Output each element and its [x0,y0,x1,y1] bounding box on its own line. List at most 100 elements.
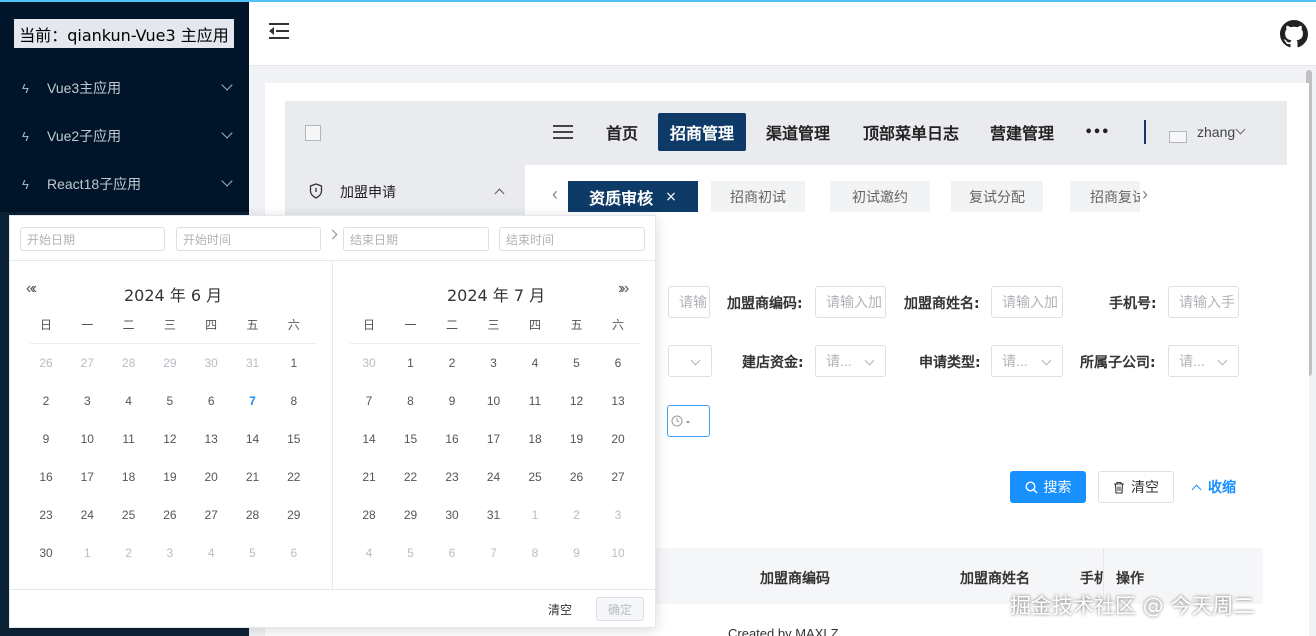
calendar-day[interactable]: 16 [437,427,467,451]
calendar-day[interactable]: 22 [396,465,426,489]
calendar-day[interactable]: 21 [238,465,268,489]
calendar-day[interactable]: 6 [196,389,226,413]
calendar-day[interactable]: 30 [196,351,226,375]
calendar-day[interactable]: 28 [114,351,144,375]
calendar-day[interactable]: 30 [437,503,467,527]
collapse-button[interactable]: 收缩 [1189,471,1236,503]
calendar-day[interactable]: 30 [354,351,384,375]
calendar-day[interactable]: 13 [603,389,633,413]
calendar-day[interactable]: 2 [114,541,144,565]
calendar-day[interactable]: 31 [238,351,268,375]
github-icon[interactable] [1280,20,1308,48]
calendar-day[interactable]: 5 [562,351,592,375]
tab-investment-first-interview[interactable]: 招商初试 [711,181,805,212]
capital-select[interactable]: 请... [815,345,886,377]
subsidiary-select[interactable]: 请... [1168,345,1239,377]
calendar-day[interactable]: 27 [603,465,633,489]
apply-type-select[interactable]: 请... [991,345,1063,377]
calendar-day[interactable]: 16 [31,465,61,489]
calendar-day[interactable]: 12 [155,427,185,451]
calendar-day[interactable]: 13 [196,427,226,451]
calendar-day[interactable]: 17 [72,465,102,489]
calendar-day[interactable]: 8 [279,389,309,413]
nav-construction-management[interactable]: 营建管理 [982,113,1062,151]
chevron-down-icon[interactable] [1235,124,1246,135]
calendar-day[interactable]: 23 [31,503,61,527]
calendar-day[interactable]: 29 [396,503,426,527]
franchisee-name-input[interactable]: 请输入加 [991,286,1063,318]
calendar-day[interactable]: 3 [479,351,509,375]
calendar-day[interactable]: 18 [114,465,144,489]
end-date-input[interactable]: 结束日期 [343,227,489,251]
end-time-input[interactable]: 结束时间 [499,227,645,251]
calendar-day[interactable]: 14 [354,427,384,451]
time-range-input[interactable]: - [667,405,710,437]
calendar-day[interactable]: 19 [155,465,185,489]
tab-first-interview-invitation[interactable]: 初试邀约 [830,181,930,212]
calendar-day[interactable]: 10 [603,541,633,565]
phone-input[interactable]: 请输入手 [1168,286,1239,318]
calendar-day[interactable]: 24 [479,465,509,489]
calendar-day[interactable]: 1 [72,541,102,565]
calendar-day[interactable]: 7 [354,389,384,413]
calendar-day[interactable]: 15 [396,427,426,451]
host-menu-vue2[interactable]: ϟ Vue2子应用 [0,112,249,160]
calendar-day[interactable]: 26 [155,503,185,527]
start-time-input[interactable]: 开始时间 [176,227,321,251]
calendar-day[interactable]: 28 [354,503,384,527]
picker-confirm-button[interactable]: 确定 [596,597,644,621]
tab-investment-second-interview[interactable]: 招商复试 [1070,181,1140,212]
calendar-day[interactable]: 10 [479,389,509,413]
calendar-day[interactable]: 28 [238,503,268,527]
calendar-day[interactable]: 20 [603,427,633,451]
chevron-right-icon[interactable]: › [1142,184,1148,205]
calendar-day[interactable]: 5 [155,389,185,413]
calendar-day[interactable]: 9 [31,427,61,451]
calendar-day[interactable]: 31 [479,503,509,527]
calendar-day[interactable]: 2 [31,389,61,413]
calendar-day[interactable]: 6 [279,541,309,565]
tab-second-interview-assignment[interactable]: 复试分配 [951,181,1043,212]
calendar-day[interactable]: 4 [114,389,144,413]
calendar-day[interactable]: 9 [437,389,467,413]
menu-fold-icon[interactable] [269,22,289,40]
calendar-day[interactable]: 25 [520,465,550,489]
calendar-day[interactable]: 1 [279,351,309,375]
calendar-day[interactable]: 5 [238,541,268,565]
calendar-day[interactable]: 3 [155,541,185,565]
calendar-day[interactable]: 4 [520,351,550,375]
calendar-day[interactable]: 3 [72,389,102,413]
calendar-day[interactable]: 15 [279,427,309,451]
calendar-day[interactable]: 23 [437,465,467,489]
host-menu-react18[interactable]: ϟ React18子应用 [0,160,249,208]
calendar-day[interactable]: 2 [562,503,592,527]
calendar-day[interactable]: 24 [72,503,102,527]
nav-more-button[interactable]: ••• [1081,113,1113,151]
calendar-day[interactable]: 27 [72,351,102,375]
nav-investment-management[interactable]: 招商管理 [658,113,746,151]
avatar[interactable] [1169,131,1187,143]
calendar-day[interactable]: 8 [396,389,426,413]
calendar-day[interactable]: 21 [354,465,384,489]
first-select[interactable] [668,345,712,377]
calendar-day[interactable]: 18 [520,427,550,451]
chevron-up-icon[interactable] [494,188,505,199]
calendar-day-today[interactable]: 7 [238,389,268,413]
picker-clear-button[interactable]: 清空 [548,601,572,618]
calendar-day[interactable]: 7 [479,541,509,565]
calendar-day[interactable]: 1 [520,503,550,527]
calendar-day[interactable]: 11 [520,389,550,413]
sidebar-item-franchise-application[interactable]: 加盟申请 [340,182,396,202]
prev-year-month-nav[interactable]: «‹ [26,280,37,298]
calendar-day[interactable]: 11 [114,427,144,451]
host-menu-vue3[interactable]: ϟ Vue3主应用 [0,64,249,112]
start-date-input[interactable]: 开始日期 [20,227,165,251]
chevron-left-icon[interactable]: ‹ [552,184,558,205]
calendar-day[interactable]: 2 [437,351,467,375]
calendar-day[interactable]: 5 [396,541,426,565]
hamburger-icon[interactable] [553,125,573,140]
calendar-day[interactable]: 19 [562,427,592,451]
calendar-day[interactable]: 17 [479,427,509,451]
nav-top-menu-log[interactable]: 顶部菜单日志 [855,113,967,151]
calendar-day[interactable]: 22 [279,465,309,489]
